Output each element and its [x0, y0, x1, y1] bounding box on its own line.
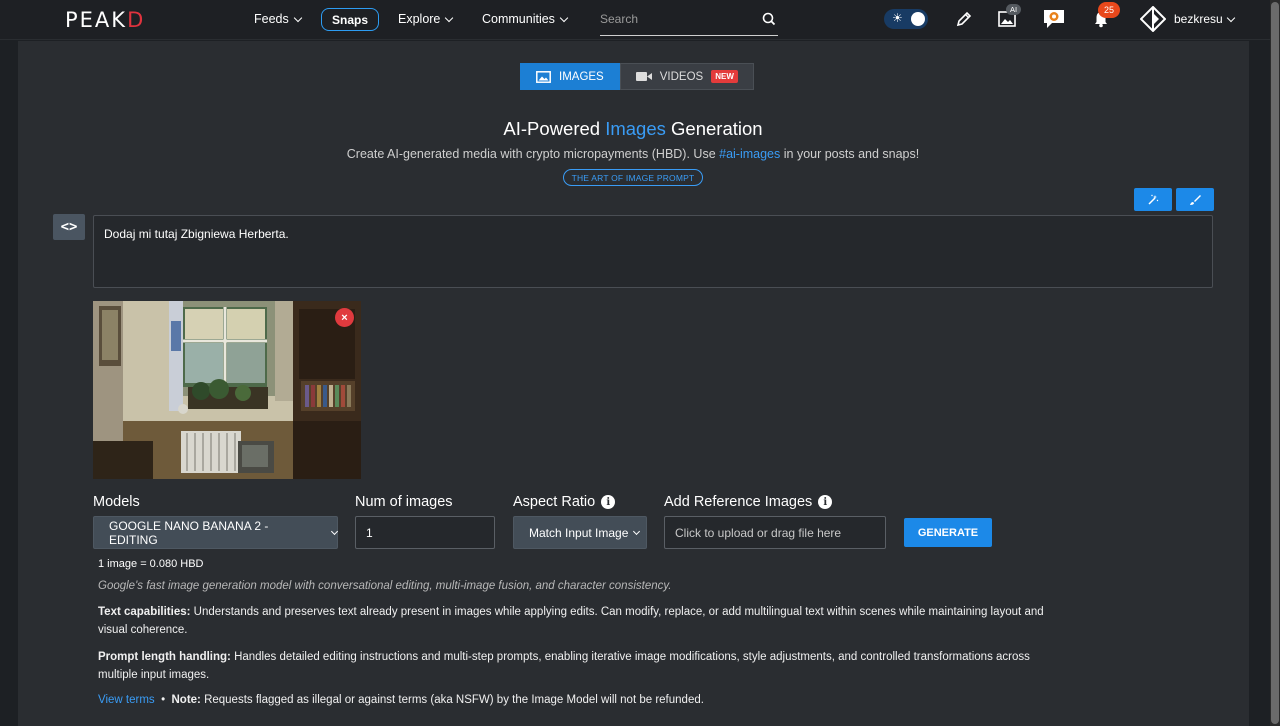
model-description: Google's fast image generation model wit…	[98, 580, 672, 592]
video-camera-icon	[635, 72, 652, 81]
chevron-down-icon	[633, 527, 641, 535]
num-images-label: Num of images	[355, 494, 453, 510]
prompt-length-label: Prompt length handling:	[98, 651, 231, 663]
close-icon: ×	[341, 311, 348, 324]
aspect-ratio-label-text: Aspect Ratio	[513, 494, 596, 510]
upload-text: Click to upload or drag file here	[675, 525, 842, 540]
reference-image-upload[interactable]: Click to upload or drag file here	[664, 516, 886, 549]
text-capabilities-body: Understands and preserves text already p…	[98, 606, 1044, 636]
aspect-ratio-label: Aspect Ratio i	[513, 494, 616, 510]
text-capabilities: Text capabilities: Understands and prese…	[98, 603, 1048, 639]
avatar[interactable]	[1140, 6, 1166, 32]
top-navbar: PEAKD Feeds Snaps Explore Communities ☀ …	[0, 0, 1270, 40]
search-icon[interactable]	[762, 12, 776, 26]
aspect-ratio-select[interactable]: Match Input Image	[513, 516, 647, 549]
toggle-knob	[911, 12, 925, 26]
page-subtitle: Create AI-generated media with crypto mi…	[0, 147, 1266, 161]
image-icon	[536, 70, 551, 83]
code-toggle-button[interactable]: <>	[53, 214, 85, 240]
models-label: Models	[93, 494, 140, 510]
prompt-textarea[interactable]: Dodaj mi tutaj Zbigniewa Herberta.	[93, 215, 1213, 288]
theme-toggle[interactable]: ☀	[884, 9, 928, 29]
magic-wand-icon	[1148, 194, 1159, 205]
user-menu[interactable]: bezkresu	[1174, 12, 1235, 26]
prompt-length-body: Handles detailed editing instructions an…	[98, 651, 1030, 681]
chevron-down-icon	[559, 13, 569, 22]
nav-explore[interactable]: Explore	[398, 12, 454, 26]
brush-icon	[1190, 194, 1201, 205]
room-photo	[93, 301, 361, 479]
view-terms-link[interactable]: View terms	[98, 694, 155, 706]
tab-images[interactable]: IMAGES	[520, 63, 620, 90]
subtitle-part: in your posts and snaps!	[780, 147, 920, 161]
model-select[interactable]: GOOGLE NANO BANANA 2 - EDITING	[93, 516, 339, 549]
code-icon: <>	[60, 219, 78, 235]
chat-bubble-icon[interactable]	[1042, 8, 1066, 30]
title-part: AI-Powered	[503, 118, 606, 139]
text-capabilities-label: Text capabilities:	[98, 606, 191, 618]
search-box	[600, 7, 778, 36]
reference-images-label: Add Reference Images i	[664, 494, 833, 510]
model-select-value: GOOGLE NANO BANANA 2 - EDITING	[109, 518, 269, 547]
nav-feeds-label: Feeds	[254, 12, 289, 26]
scrollbar-thumb[interactable]	[1271, 2, 1279, 724]
note-label: Note:	[171, 694, 201, 706]
terms-note: View terms • Note: Requests flagged as i…	[98, 694, 704, 706]
tab-videos-label: VIDEOS	[659, 70, 704, 83]
info-icon[interactable]: i	[601, 495, 616, 509]
magic-wand-button[interactable]	[1134, 188, 1172, 211]
peakd-logo[interactable]: PEAKD	[65, 8, 145, 32]
art-of-image-prompt-button[interactable]: THE ART OF IMAGE PROMPT	[563, 169, 703, 186]
input-image-thumbnail	[93, 301, 361, 479]
username: bezkresu	[1174, 12, 1223, 26]
nav-snaps[interactable]: Snaps	[321, 8, 379, 31]
remove-image-button[interactable]: ×	[335, 308, 354, 327]
reference-images-label-text: Add Reference Images	[664, 494, 813, 510]
logo-text: PEAK	[65, 8, 128, 32]
num-images-label-text: Num of images	[355, 494, 453, 510]
scrollbar[interactable]	[1270, 0, 1280, 726]
cost-text: 1 image = 0.080 HBD	[98, 558, 204, 570]
nav-communities-label: Communities	[482, 12, 555, 26]
nav-feeds[interactable]: Feeds	[254, 12, 302, 26]
sun-icon: ☀	[892, 11, 903, 25]
new-badge: NEW	[711, 70, 738, 83]
nav-communities[interactable]: Communities	[482, 12, 569, 26]
title-highlight: Images	[605, 118, 666, 139]
notifications-badge: 25	[1098, 2, 1120, 18]
ai-images-tag-link[interactable]: #ai-images	[719, 147, 780, 161]
search-input[interactable]	[600, 12, 750, 26]
title-part: Generation	[665, 118, 763, 139]
bullet-separator: •	[161, 694, 166, 706]
prompt-length-handling: Prompt length handling: Handles detailed…	[98, 648, 1048, 684]
tab-images-label: IMAGES	[559, 70, 604, 83]
pencil-icon[interactable]	[955, 10, 973, 28]
generate-button[interactable]: GENERATE	[904, 518, 992, 547]
chevron-down-icon	[293, 13, 302, 22]
aspect-ratio-value: Match Input Image	[529, 525, 629, 540]
media-type-tabs: IMAGES VIDEOS NEW	[520, 63, 754, 90]
page-title: AI-Powered Images Generation	[0, 118, 1266, 140]
logo-text-end: D	[127, 8, 146, 32]
chevron-down-icon	[1226, 13, 1235, 22]
chevron-down-icon	[330, 527, 339, 535]
tab-videos[interactable]: VIDEOS NEW	[619, 63, 754, 90]
subtitle-part: Create AI-generated media with crypto mi…	[346, 147, 720, 161]
nav-explore-label: Explore	[398, 12, 441, 26]
chevron-down-icon	[445, 13, 454, 22]
note-body: Requests flagged as illegal or against t…	[200, 694, 704, 706]
info-icon[interactable]: i	[818, 495, 833, 509]
models-label-text: Models	[93, 494, 140, 510]
ai-badge: AI	[1006, 4, 1022, 15]
brush-button[interactable]	[1176, 188, 1214, 211]
num-images-input[interactable]	[355, 516, 495, 549]
